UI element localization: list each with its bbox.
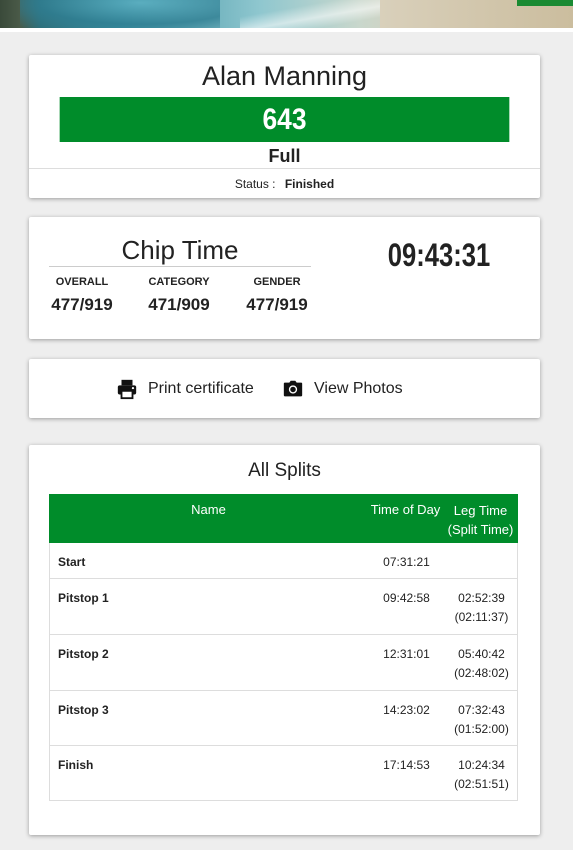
rank-overall-label: OVERALL <box>55 276 109 288</box>
banner-surf <box>240 0 400 28</box>
rank-overall: OVERALL 477/919 <box>42 273 122 319</box>
split-name: Pitstop 2 <box>58 647 109 661</box>
split-leg-value: 02:52:39 <box>458 591 505 605</box>
print-certificate-label: Print certificate <box>148 380 254 397</box>
split-time-of-day: 17:14:53 <box>383 758 430 772</box>
split-time-of-day: 12:31:01 <box>383 647 430 661</box>
banner-divider <box>0 28 573 32</box>
split-name: Pitstop 1 <box>58 591 109 605</box>
status-label: Status : <box>234 177 276 191</box>
split-name: Finish <box>58 758 94 772</box>
rank-category-label: CATEGORY <box>148 276 210 288</box>
status-row: Status : Finished <box>29 170 540 198</box>
splits-table: Name Time of Day Leg Time (Split Time) S… <box>49 494 518 801</box>
split-time-of-day: 07:31:21 <box>383 555 430 569</box>
split-time-of-day: 09:42:58 <box>383 591 430 605</box>
rank-gender-label: GENDER <box>253 276 301 288</box>
splits-header-row: Name Time of Day Leg Time (Split Time) <box>49 494 518 543</box>
header-banner-image <box>0 0 573 28</box>
camera-icon <box>283 380 303 397</box>
race-name: Full <box>29 143 540 169</box>
splits-card: All Splits Name Time of Day Leg Time (Sp… <box>29 445 540 835</box>
header-name: Name <box>191 502 226 517</box>
chip-time-card: Chip Time OVERALL 477/919 CATEGORY 471/9… <box>29 217 540 339</box>
table-row: Pitstop 3 14:23:02 07:32:43 (01:52:00) <box>49 691 518 746</box>
athlete-card: Alan Manning 643 Full Status : Finished <box>29 55 540 198</box>
chip-time-title: Chip Time <box>49 233 311 267</box>
status-value: Finished <box>284 177 335 191</box>
chip-time-value: 09:43:31 <box>387 237 491 273</box>
header-time-of-day: Time of Day <box>370 502 441 517</box>
split-leg-time: 05:40:42 (02:48:02) <box>444 645 519 683</box>
actions-card: Print certificate View Photos <box>29 359 540 418</box>
bib-number: 643 <box>59 97 510 142</box>
rank-gender-value: 477/919 <box>246 295 308 314</box>
rank-category-value: 471/909 <box>148 295 210 314</box>
table-row: Start 07:31:21 <box>49 543 518 579</box>
banner-sea <box>20 0 220 28</box>
split-name: Start <box>58 555 86 569</box>
table-row: Pitstop 2 12:31:01 05:40:42 (02:48:02) <box>49 635 518 691</box>
split-leg-time: 10:24:34 (02:51:51) <box>444 756 519 794</box>
view-photos-label: View Photos <box>314 380 403 397</box>
print-certificate-button[interactable]: Print certificate <box>116 376 254 402</box>
view-photos-button[interactable]: View Photos <box>282 376 403 402</box>
rank-gender: GENDER 477/919 <box>237 273 317 319</box>
split-time-of-day: 14:23:02 <box>383 703 430 717</box>
split-leg-time: 02:52:39 (02:11:37) <box>444 589 519 627</box>
athlete-name: Alan Manning <box>201 61 368 91</box>
split-leg-value: 07:32:43 <box>458 703 505 717</box>
split-name: Pitstop 3 <box>58 703 109 717</box>
table-row: Finish 17:14:53 10:24:34 (02:51:51) <box>49 746 518 801</box>
split-leg-value: 05:40:42 <box>458 647 505 661</box>
header-leg-time-label: Leg Time <box>453 503 508 518</box>
split-split-value: (01:52:00) <box>454 722 509 736</box>
printer-icon <box>117 379 137 400</box>
splits-title: All Splits <box>248 460 321 481</box>
rank-overall-value: 477/919 <box>51 295 113 314</box>
banner-green-tab <box>517 0 573 6</box>
split-split-value: (02:11:37) <box>454 610 509 624</box>
split-leg-value: 10:24:34 <box>458 758 505 772</box>
split-split-value: (02:51:51) <box>454 777 509 791</box>
header-leg-time: Leg Time (Split Time) <box>443 501 518 539</box>
rank-category: CATEGORY 471/909 <box>139 273 219 319</box>
split-split-value: (02:48:02) <box>454 666 509 680</box>
table-row: Pitstop 1 09:42:58 02:52:39 (02:11:37) <box>49 579 518 635</box>
header-split-time-label: (Split Time) <box>447 522 514 537</box>
split-leg-time: 07:32:43 (01:52:00) <box>444 701 519 739</box>
